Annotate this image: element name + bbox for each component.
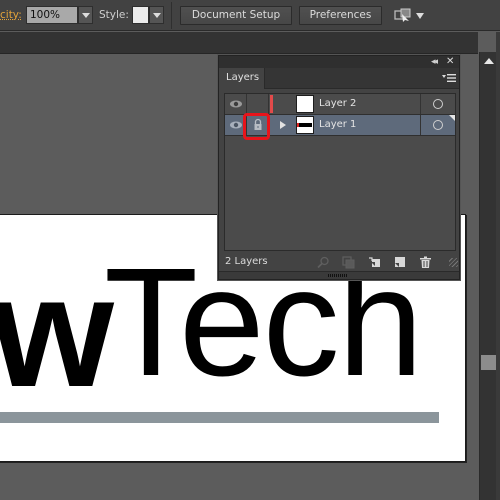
scroll-up-arrow-icon[interactable] — [484, 58, 494, 64]
eye-icon — [230, 100, 242, 108]
visibility-toggle[interactable] — [225, 94, 247, 114]
lock-toggle[interactable] — [247, 94, 269, 114]
layer-thumbnail — [296, 95, 314, 113]
opacity-input[interactable]: 100% — [26, 6, 78, 24]
style-swatch[interactable] — [132, 6, 149, 24]
tab-layers[interactable]: Layers — [219, 68, 265, 89]
chevron-down-icon[interactable] — [416, 13, 424, 19]
lock-highlight-annotation — [243, 113, 270, 140]
panel-bottom-bar — [219, 271, 459, 279]
style-label: Style: — [99, 9, 129, 21]
layer-color-indicator — [270, 95, 273, 113]
preferences-button[interactable]: Preferences — [299, 6, 382, 25]
delete-layer-icon[interactable] — [419, 256, 432, 269]
locate-object-icon[interactable] — [317, 256, 330, 269]
collapse-panel-icon[interactable]: ◂◂ — [431, 57, 438, 67]
style-dropdown-button[interactable] — [149, 6, 164, 24]
document-tab-strip — [0, 32, 478, 54]
panel-tab-row: Layers — [219, 68, 459, 89]
vertical-scrollbar[interactable] — [479, 52, 496, 500]
artwork-text-bold: w — [0, 244, 114, 420]
target-circle-icon[interactable] — [433, 99, 443, 109]
thumbnail-artwork — [298, 123, 312, 127]
layer-name[interactable]: Layer 1 — [319, 119, 356, 130]
opacity-label[interactable]: city: — [0, 9, 22, 21]
layer-name[interactable]: Layer 2 — [319, 98, 356, 109]
layer-count: 2 Layers — [225, 256, 268, 267]
panel-titlebar[interactable]: ◂◂ ✕ — [219, 56, 459, 68]
scrollbar-thumb[interactable] — [481, 355, 496, 370]
target-column[interactable] — [420, 115, 455, 135]
layer-row[interactable]: Layer 2 — [225, 94, 455, 115]
create-sublayer-icon[interactable] — [368, 256, 381, 269]
thumbnail-accent — [297, 123, 299, 127]
control-bar: city: 100% Style: Document Setup Prefere… — [0, 0, 500, 31]
panel-menu-icon[interactable] — [442, 73, 456, 83]
expand-arrow-icon[interactable] — [280, 121, 286, 129]
illustrator-window: city: 100% Style: Document Setup Prefere… — [0, 0, 500, 500]
opacity-dropdown-button[interactable] — [78, 6, 93, 24]
chevron-down-icon — [82, 13, 90, 18]
resize-grip-icon[interactable] — [449, 258, 458, 267]
panel-footer: 2 Layers — [219, 255, 459, 271]
selection-indicator-icon — [449, 115, 455, 121]
make-clipping-mask-icon[interactable] — [342, 256, 355, 269]
new-layer-icon[interactable] — [393, 256, 406, 269]
target-column[interactable] — [420, 94, 455, 114]
separator — [171, 2, 172, 29]
close-icon[interactable]: ✕ — [446, 56, 454, 67]
chevron-down-icon — [153, 13, 161, 18]
artwork-underline-bar — [0, 412, 439, 423]
document-setup-button[interactable]: Document Setup — [180, 6, 292, 25]
layers-panel: ◂◂ ✕ Layers Layer 2 Layer 1 2 Layers — [218, 55, 460, 280]
panel-resize-handle[interactable] — [328, 274, 348, 277]
target-circle-icon[interactable] — [433, 120, 443, 130]
layer-thumbnail — [296, 116, 314, 134]
right-panel-edge — [496, 32, 500, 500]
arrange-documents-icon[interactable] — [394, 8, 412, 22]
